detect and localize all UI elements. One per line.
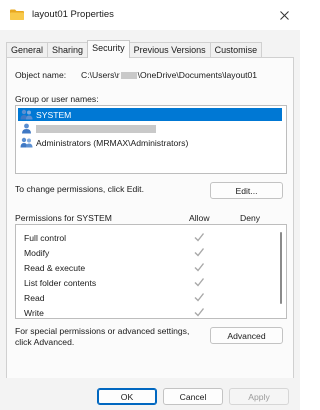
checkmark-icon xyxy=(194,293,205,302)
allow-column-header: Allow xyxy=(189,213,210,223)
redacted-user-name xyxy=(36,124,156,133)
checkmark-icon xyxy=(194,248,205,257)
user-name: Administrators (MRMAX\Administrators) xyxy=(36,137,189,148)
folder-icon xyxy=(10,9,24,20)
deny-column-header: Deny xyxy=(240,213,261,223)
permission-row: List folder contents xyxy=(24,276,254,290)
checkmark-icon xyxy=(194,278,205,287)
user-row-administrators[interactable]: Administrators (MRMAX\Administrators) xyxy=(18,136,282,149)
tab-sharing[interactable]: Sharing xyxy=(47,42,89,58)
advanced-hint-line1: For special permissions or advanced sett… xyxy=(15,326,190,336)
permissions-scrollbar[interactable] xyxy=(278,228,284,314)
permission-row: Modify xyxy=(24,246,254,260)
object-path-suffix: \OneDrive\Documents\layout01 xyxy=(137,70,258,80)
permission-name: Full control xyxy=(24,233,67,243)
tab-security[interactable]: Security xyxy=(87,40,130,58)
group-user-names-label: Group or user names: xyxy=(15,94,99,104)
permission-name: List folder contents xyxy=(24,278,97,288)
change-permissions-text: To change permissions, click Edit. xyxy=(15,184,144,194)
user-row-system[interactable]: SYSTEM xyxy=(18,108,282,121)
dialog-footer: OK Cancel Apply xyxy=(0,378,300,410)
security-panel: Object name: C:\Users\r \OneDrive\Documen… xyxy=(6,57,294,379)
permission-name: Read & execute xyxy=(24,263,86,273)
tab-customise[interactable]: Customise xyxy=(209,42,263,58)
ok-button[interactable]: OK xyxy=(97,388,157,405)
scrollbar-thumb[interactable] xyxy=(280,232,282,304)
permission-row: Full control xyxy=(24,231,254,245)
permission-name: Write xyxy=(24,308,44,318)
user-icon xyxy=(22,123,31,134)
checkmark-icon xyxy=(194,308,205,317)
permission-row: Write xyxy=(24,306,254,318)
object-name-label: Object name: xyxy=(15,70,67,80)
close-button[interactable] xyxy=(274,6,294,24)
tab-general[interactable]: General xyxy=(6,42,49,58)
apply-button[interactable]: Apply xyxy=(229,388,289,405)
close-icon xyxy=(279,10,289,20)
properties-window: layout01 Properties General Sharing Secu… xyxy=(0,0,300,410)
window-title: layout01 Properties xyxy=(32,9,114,20)
users-group-icon xyxy=(20,137,33,148)
user-name: SYSTEM xyxy=(36,109,72,120)
permission-name: Modify xyxy=(24,248,50,258)
permissions-list: Full control Modify Read & execute List … xyxy=(15,224,287,319)
permission-row: Read & execute xyxy=(24,261,254,275)
checkmark-icon xyxy=(194,263,205,272)
permission-name: Read xyxy=(24,293,45,303)
permissions-for-label: Permissions for SYSTEM xyxy=(15,213,112,223)
tab-strip: General Sharing Security Previous Versio… xyxy=(6,40,263,58)
users-listbox[interactable]: SYSTEM Administrators (MRMAX\Administrat… xyxy=(15,105,287,174)
cancel-button[interactable]: Cancel xyxy=(163,388,223,405)
redacted-block xyxy=(120,72,137,80)
edit-button[interactable]: Edit... xyxy=(210,182,283,199)
advanced-button[interactable]: Advanced xyxy=(210,327,283,344)
user-row-redacted[interactable] xyxy=(18,122,282,135)
tab-previous-versions[interactable]: Previous Versions xyxy=(128,42,211,58)
checkmark-icon xyxy=(194,233,205,242)
title-bar: layout01 Properties xyxy=(0,0,300,30)
object-path-prefix: C:\Users\r xyxy=(81,70,120,80)
advanced-hint-line2: click Advanced. xyxy=(15,337,75,347)
users-group-icon xyxy=(20,109,33,120)
object-name-value: C:\Users\r \OneDrive\Documents\layout01 xyxy=(81,70,257,80)
permission-row: Read xyxy=(24,291,254,305)
